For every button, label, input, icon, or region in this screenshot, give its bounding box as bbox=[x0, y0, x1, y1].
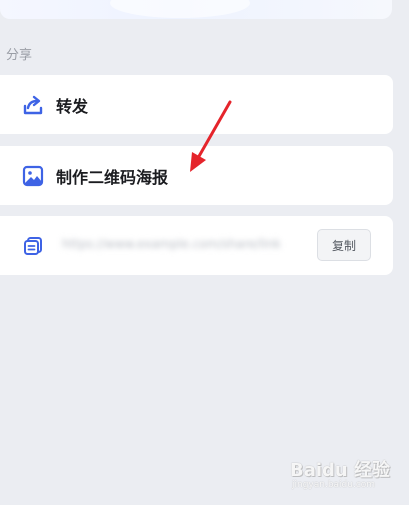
section-title: 分享 bbox=[6, 48, 33, 63]
qr-poster-label: 制作二维码海报 bbox=[56, 168, 169, 187]
share-url: https://www.example.com/share/link bbox=[62, 237, 281, 251]
forward-label: 转发 bbox=[56, 97, 89, 116]
copy-button[interactable]: 复制 bbox=[317, 229, 371, 261]
link-copy-icon bbox=[24, 237, 42, 255]
annotation-arrow-icon bbox=[190, 100, 232, 172]
share-panel: 分享 转发 制作二维码海报 https://www.example.com/sh… bbox=[0, 0, 409, 505]
watermark-sub: jingyan.baidu.com bbox=[292, 480, 376, 490]
watermark: Baidu 经验 jingyan.baidu.com bbox=[290, 456, 390, 496]
watermark-main: Baidu 经验 bbox=[290, 460, 391, 481]
decorative-swirl bbox=[110, 0, 250, 18]
top-card bbox=[0, 0, 392, 19]
image-poster-icon bbox=[22, 165, 44, 187]
link-copy-row: https://www.example.com/share/link 复制 bbox=[0, 216, 393, 275]
share-forward-icon bbox=[23, 95, 43, 115]
